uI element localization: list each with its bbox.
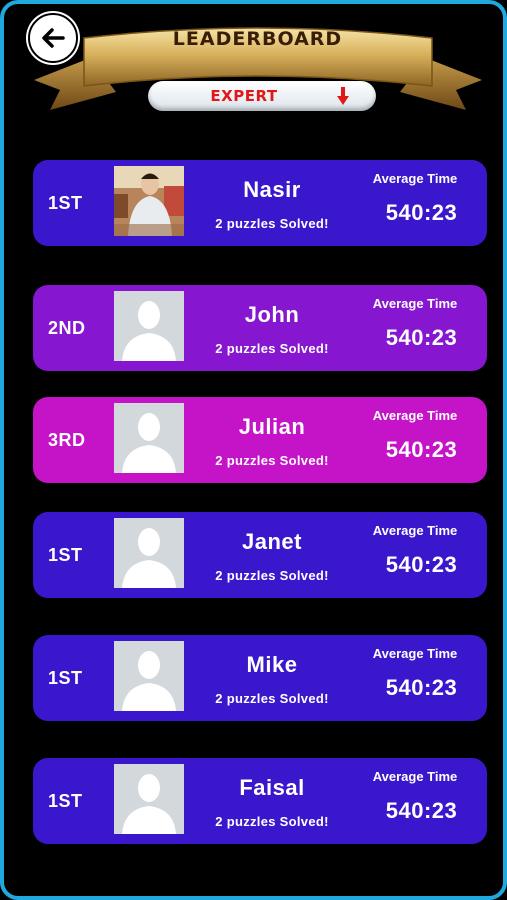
back-button[interactable] bbox=[28, 13, 78, 63]
avatar bbox=[114, 291, 184, 361]
rank-label: 2ND bbox=[48, 318, 86, 338]
puzzles-solved: 2 puzzles Solved! bbox=[215, 216, 329, 231]
avatar bbox=[114, 764, 184, 834]
average-time-label: Average Time bbox=[372, 296, 458, 311]
arrow-left-icon bbox=[42, 28, 65, 48]
leaderboard-row[interactable]: 1ST Janet 2 puzzles Solved! Average Time 540… bbox=[33, 512, 487, 598]
player-name: Nasir bbox=[243, 177, 301, 202]
average-time-label: Average Time bbox=[372, 646, 458, 661]
rank-label: 3RD bbox=[48, 430, 86, 450]
avatar bbox=[114, 641, 184, 711]
avatar bbox=[114, 166, 184, 236]
difficulty-dropdown[interactable]: EXPERT bbox=[148, 81, 376, 111]
arrow-down-icon bbox=[337, 87, 349, 105]
puzzles-solved: 2 puzzles Solved! bbox=[215, 814, 329, 829]
leaderboard-row[interactable]: 1ST Mike 2 puzzles Solved! Average Time 540:… bbox=[33, 635, 487, 721]
average-time-value: 540:23 bbox=[385, 325, 458, 350]
puzzles-solved: 2 puzzles Solved! bbox=[215, 453, 329, 468]
average-time-value: 540:23 bbox=[385, 798, 458, 823]
avatar bbox=[114, 403, 184, 473]
player-name: Faisal bbox=[239, 775, 305, 800]
average-time-label: Average Time bbox=[372, 171, 458, 186]
leaderboard-row[interactable]: 2ND John 2 puzzles Solved! Average Time 540:… bbox=[33, 285, 487, 371]
rank-label: 1ST bbox=[48, 791, 83, 811]
avatar bbox=[114, 518, 184, 588]
rank-label: 1ST bbox=[48, 668, 83, 688]
average-time-label: Average Time bbox=[372, 769, 458, 784]
average-time-value: 540:23 bbox=[385, 200, 458, 225]
puzzles-solved: 2 puzzles Solved! bbox=[215, 341, 329, 356]
player-name: John bbox=[244, 302, 300, 327]
player-name: Julian bbox=[238, 414, 306, 439]
average-time-label: Average Time bbox=[372, 523, 458, 538]
leaderboard-row[interactable]: 1ST Faisal 2 puzzles Solved! Average Time 54… bbox=[33, 758, 487, 844]
app-frame: LEADERBOARD EXPERT 1ST Nasir 2 puzzles Sol… bbox=[0, 0, 507, 900]
leaderboard-title: LEADERBOARD bbox=[172, 28, 343, 50]
rank-label: 1ST bbox=[48, 193, 83, 213]
average-time-value: 540:23 bbox=[385, 437, 458, 462]
leaderboard-row[interactable]: 3RD Julian 2 puzzles Solved! Average Time 54… bbox=[33, 397, 487, 483]
rank-label: 1ST bbox=[48, 545, 83, 565]
average-time-value: 540:23 bbox=[385, 675, 458, 700]
average-time-value: 540:23 bbox=[385, 552, 458, 577]
leaderboard-row[interactable]: 1ST Nasir 2 puzzles Solved! Average Time 540… bbox=[33, 160, 487, 246]
difficulty-label: EXPERT bbox=[210, 87, 278, 105]
puzzles-solved: 2 puzzles Solved! bbox=[215, 691, 329, 706]
player-name: Janet bbox=[242, 529, 302, 554]
puzzles-solved: 2 puzzles Solved! bbox=[215, 568, 329, 583]
average-time-label: Average Time bbox=[372, 408, 458, 423]
player-name: Mike bbox=[246, 652, 298, 677]
